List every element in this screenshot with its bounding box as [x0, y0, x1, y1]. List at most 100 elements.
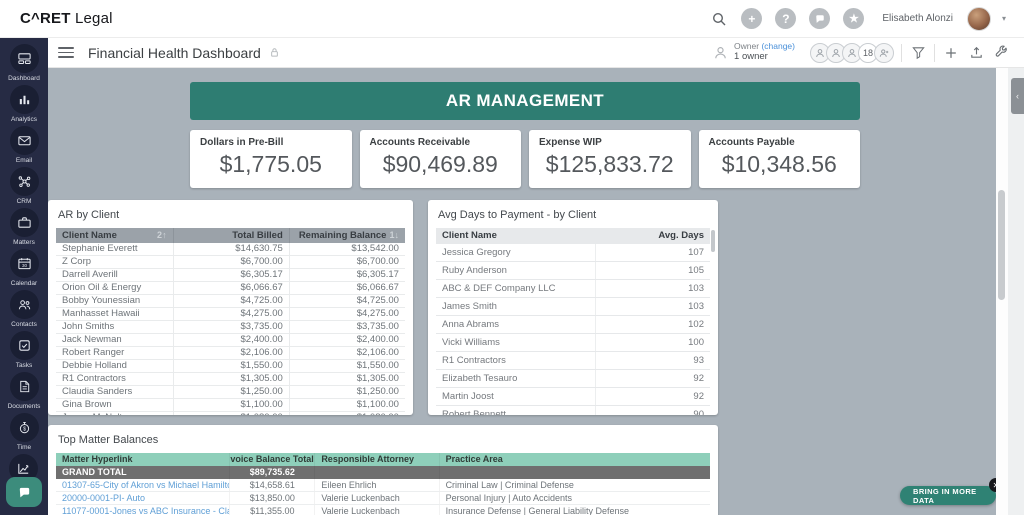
table-row[interactable]: Z Corp$6,700.00$6,700.00 [56, 256, 405, 269]
table-row[interactable]: Vicki Williams100 [436, 334, 710, 352]
column-header-remaining-balance[interactable]: Remaining Balance 1 [289, 228, 405, 243]
wrench-icon[interactable] [992, 44, 1010, 62]
table-row[interactable]: ABC & DEF Company LLC103 [436, 280, 710, 298]
column-header-total-billed[interactable]: Total Billed [173, 228, 289, 243]
table-row[interactable]: Bobby Younessian$4,725.00$4,725.00 [56, 295, 405, 308]
user-name: Elisabeth Alonzi [882, 13, 953, 24]
menu-icon[interactable] [58, 47, 74, 58]
column-header-invoice-total[interactable]: Invoice Balance Total [229, 453, 314, 466]
collapse-panel-tab[interactable]: ‹ [1011, 78, 1024, 114]
table-row[interactable]: Anna Abrams102 [436, 316, 710, 334]
table-row[interactable]: Gina Brown$1,100.00$1,100.00 [56, 399, 405, 412]
table-row[interactable]: Darrell Averill$6,305.17$6,305.17 [56, 269, 405, 282]
table-row[interactable]: Debbie Holland$1,550.00$1,550.00 [56, 360, 405, 373]
table-row[interactable]: Jack Newman$2,400.00$2,400.00 [56, 334, 405, 347]
cell-total_billed: $1,250.00 [173, 386, 289, 398]
table-row[interactable]: Elizabeth Tesauro92 [436, 370, 710, 388]
cell-total_billed: $1,305.00 [173, 373, 289, 385]
cell-client: Debbie Holland [56, 360, 173, 372]
cell-client: ABC & DEF Company LLC [436, 280, 595, 297]
add-widget-icon[interactable] [942, 44, 960, 62]
table-row[interactable]: 20000-0001-PI- Auto$13,850.00Valerie Luc… [56, 492, 710, 505]
cell-total_billed: $1,080.00 [173, 412, 289, 415]
table-row[interactable]: Martin Joost92 [436, 388, 710, 406]
metric-card-expense-wip[interactable]: Expense WIP $125,833.72 [529, 130, 691, 188]
sidebar-item-calendar[interactable]: 30 Calendar [10, 249, 39, 287]
table-row[interactable]: James McNulty$1,080.00$1,080.00 [56, 412, 405, 415]
cell-client: Manhasset Hawaii [56, 308, 173, 320]
metric-card-accounts-payable[interactable]: Accounts Payable $10,348.56 [699, 130, 861, 188]
table-row[interactable]: Jessica Gregory107 [436, 244, 710, 262]
add-button[interactable]: + [741, 8, 762, 29]
table-row[interactable]: Robert Ranger$2,106.00$2,106.00 [56, 347, 405, 360]
metric-cards-row: Dollars in Pre-Bill $1,775.05 Accounts R… [190, 130, 860, 188]
help-button[interactable]: ? [775, 8, 796, 29]
column-header-client-name[interactable]: Client Name 2 [56, 228, 173, 243]
chevron-down-icon[interactable]: ▾ [1002, 14, 1006, 23]
search-icon[interactable] [710, 10, 728, 28]
sidebar-item-analytics[interactable]: Analytics [10, 85, 39, 123]
chat-button[interactable] [809, 8, 830, 29]
cell-total_billed: $6,305.17 [173, 269, 289, 281]
filter-icon[interactable] [909, 44, 927, 62]
sidebar-item-tasks[interactable]: Tasks [10, 331, 39, 369]
sidebar-item-time[interactable]: $ Time [10, 413, 39, 451]
cell-total_billed: $4,275.00 [173, 308, 289, 320]
table-row[interactable]: Robert Bennett90 [436, 406, 710, 415]
column-header-client-name[interactable]: Client Name [436, 228, 595, 244]
table-row[interactable]: 01307-65-City of Akron vs Michael Hamilt… [56, 479, 710, 492]
owner-label: Owner [734, 41, 761, 51]
star-button[interactable]: ★ [843, 8, 864, 29]
page-scrollbar-track[interactable] [996, 68, 1008, 515]
column-header-practice-area[interactable]: Practice Area [439, 453, 710, 466]
owner-change-link[interactable]: (change) [761, 41, 795, 51]
table-row[interactable]: R1 Contractors93 [436, 352, 710, 370]
table-header: Client Name Avg. Days [436, 228, 710, 244]
column-header-avg-days[interactable]: Avg. Days [595, 228, 710, 244]
sidebar-item-crm[interactable]: CRM [10, 167, 39, 205]
user-avatar[interactable] [967, 7, 991, 31]
column-header-matter[interactable]: Matter Hyperlink [56, 453, 229, 466]
cell-matter[interactable]: 11077-0001-Jones vs ABC Insurance - Clai… [56, 505, 229, 515]
table-row[interactable]: Orion Oil & Energy$6,066.67$6,066.67 [56, 282, 405, 295]
sidebar-item-dashboard[interactable]: Dashboard [8, 44, 40, 82]
page-scrollbar-thumb[interactable] [998, 190, 1005, 300]
table-row[interactable]: 11077-0001-Jones vs ABC Insurance - Clai… [56, 505, 710, 515]
table-scrollbar[interactable] [711, 230, 715, 252]
accounting-icon [16, 461, 31, 476]
sort-asc-icon [162, 228, 167, 243]
table-row[interactable]: John Smiths$3,735.00$3,735.00 [56, 321, 405, 334]
cell-days: 107 [595, 244, 710, 261]
table-row[interactable]: Stephanie Everett$14,630.75$13,542.00 [56, 243, 405, 256]
table-row[interactable]: Claudia Sanders$1,250.00$1,250.00 [56, 386, 405, 399]
add-collaborator-button[interactable] [874, 43, 894, 63]
share-icon[interactable] [967, 44, 985, 62]
close-icon[interactable]: ✕ [989, 478, 996, 492]
cell-client: R1 Contractors [56, 373, 173, 385]
metric-card-accounts-receivable[interactable]: Accounts Receivable $90,469.89 [360, 130, 522, 188]
cell-remaining: $1,305.00 [289, 373, 405, 385]
table-header: Client Name 2 Total Billed Remaining Bal… [56, 228, 405, 243]
column-header-attorney[interactable]: Responsible Attorney [314, 453, 438, 466]
support-chat-button[interactable] [6, 477, 42, 507]
logo-primary: C^RET [20, 10, 71, 27]
metric-card-prebill[interactable]: Dollars in Pre-Bill $1,775.05 [190, 130, 352, 188]
table-row[interactable]: Ruby Anderson105 [436, 262, 710, 280]
table-row[interactable]: R1 Contractors$1,305.00$1,305.00 [56, 373, 405, 386]
bring-in-more-data-button[interactable]: BRING IN MORE DATA [900, 486, 996, 505]
table-row[interactable]: James Smith103 [436, 298, 710, 316]
cell-matter[interactable]: 01307-65-City of Akron vs Michael Hamilt… [56, 479, 229, 491]
tasks-icon [17, 338, 32, 353]
cell-attorney: Valerie Luckenbach [314, 492, 438, 504]
contacts-icon [17, 297, 32, 312]
cell-total_billed: $1,550.00 [173, 360, 289, 372]
table-row[interactable]: Manhasset Hawaii$4,275.00$4,275.00 [56, 308, 405, 321]
cell-matter[interactable]: 20000-0001-PI- Auto [56, 492, 229, 504]
cell-remaining: $1,100.00 [289, 399, 405, 411]
sidebar-item-documents[interactable]: Documents [8, 372, 41, 410]
cell-invoice: $11,355.00 [229, 505, 314, 515]
sidebar-item-contacts[interactable]: Contacts [10, 290, 39, 328]
sidebar-item-matters[interactable]: Matters [10, 208, 39, 246]
cell-total_billed: $14,630.75 [173, 243, 289, 255]
sidebar-item-email[interactable]: Email [10, 126, 39, 164]
